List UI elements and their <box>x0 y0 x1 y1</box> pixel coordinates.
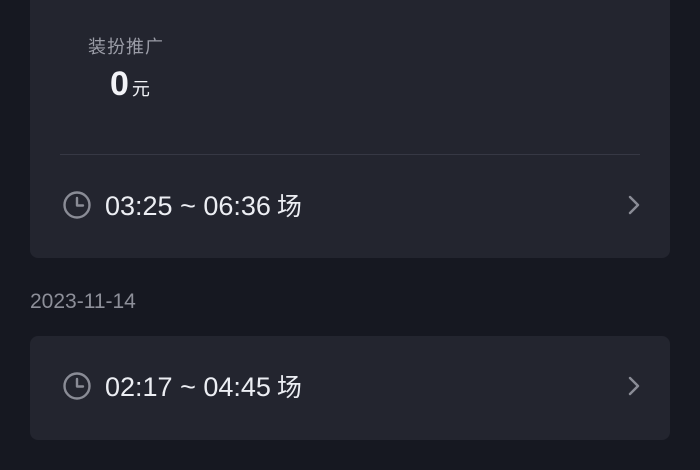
session-suffix: 场 <box>276 192 302 221</box>
session-card: 装扮推广 0 元 03:25 ~ 06:36 场 <box>30 0 670 258</box>
session-row[interactable]: 02:17 ~ 04:45 场 <box>30 356 670 416</box>
session-time: 02:17 ~ 04:45 场 <box>105 368 302 404</box>
clock-icon <box>63 191 91 219</box>
session-suffix: 场 <box>276 373 302 402</box>
session-row[interactable]: 03:25 ~ 06:36 场 <box>30 175 670 235</box>
promo-amount: 0 <box>110 65 129 103</box>
session-time: 03:25 ~ 06:36 场 <box>105 187 302 223</box>
date-group-label: 2023-11-14 <box>30 290 136 313</box>
chevron-right-icon[interactable] <box>626 193 642 217</box>
promo-unit: 元 <box>131 79 150 100</box>
promo-value: 0 元 <box>110 64 150 104</box>
session-list-page: 装扮推广 0 元 03:25 ~ 06:36 场 2023-11-14 02:17… <box>0 0 700 470</box>
session-card: 02:17 ~ 04:45 场 <box>30 336 670 440</box>
clock-icon <box>63 372 91 400</box>
promo-label: 装扮推广 <box>88 37 164 58</box>
session-time-range: 03:25 ~ 06:36 <box>105 191 271 221</box>
divider <box>60 154 640 155</box>
chevron-right-icon[interactable] <box>626 374 642 398</box>
session-time-range: 02:17 ~ 04:45 <box>105 372 271 402</box>
